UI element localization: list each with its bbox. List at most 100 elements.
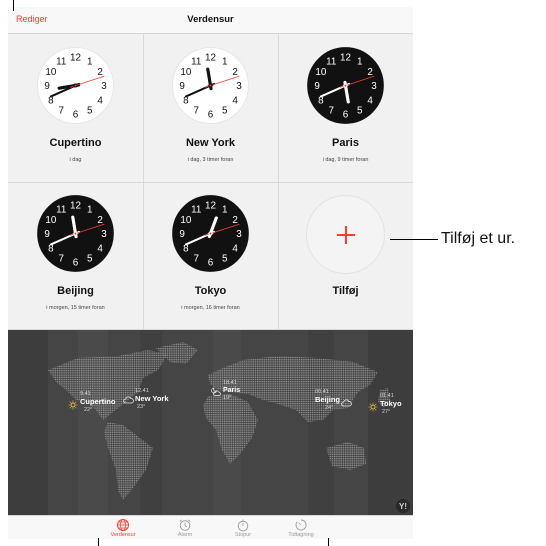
clock-center-dot [209,232,212,235]
clock-face: 12 1234567891011 [307,47,384,124]
time-offset: i dag, 9 timer foran [322,157,369,163]
clock-numeral: 3 [101,229,107,240]
clock-numeral: 9 [44,81,50,92]
plus-icon [345,226,347,244]
clock-numeral: 2 [97,67,102,78]
add-clock-callout: Tilføj et ur. [441,230,516,247]
clock-numeral: 9 [179,229,185,240]
clock-numeral: 9 [44,229,50,240]
clock-numeral: 3 [101,81,107,92]
clock-numeral: 12 [205,201,216,212]
clock-numeral: 6 [73,257,79,268]
map-city: Paris [223,387,241,394]
clock-numeral: 1 [87,56,92,67]
tab-verdensur[interactable]: Verdensur [88,516,158,539]
clock-numeral: 7 [59,106,64,117]
globe-icon [117,519,129,531]
clock-numeral: 6 [208,109,214,120]
map-temp: 19° [223,395,232,401]
map-label-beijing: 00.41 Beijing 24° [315,389,340,412]
clock-numeral: 12 [70,201,81,212]
time-offset: i morgen, 15 timer foran [46,305,105,311]
alarm-clock-icon [179,519,191,531]
clock-numeral: 9 [314,81,320,92]
clock-numeral: 10 [315,67,326,78]
clock-numeral: 1 [222,204,227,215]
clock-numeral: 3 [236,81,242,92]
tab-label: Tidtagning [288,532,314,538]
city-name: Paris [332,137,359,149]
clock-numeral: 3 [371,81,377,92]
callout-line [328,538,329,546]
clock-numeral: 11 [191,204,201,215]
clock-numeral: 7 [329,106,334,117]
sun-icon [68,400,78,410]
clock-numeral: 7 [194,106,199,117]
clock-numeral: 10 [45,215,56,226]
cloud-icon [341,399,352,407]
clock-numeral: 12 [70,53,81,64]
clock-center-dot [74,232,77,235]
map-label-new-york: 12.41 New York 23° [135,388,169,411]
clock-center-dot [74,84,77,87]
cloud-icon [123,396,134,404]
clock-numeral: 2 [97,215,102,226]
clock-numeral: 11 [56,204,66,215]
clock-numeral: 6 [343,109,349,120]
time-offset: i dag [69,157,82,163]
clock-cell-beijing[interactable]: 12 1 2 3 4 5 6 7 8 9 10 11 Beijing i morgen, 15 tim… [8,182,143,330]
clock-center-dot [344,84,347,87]
clock-center-dot [209,84,212,87]
map-city: Tokyo [380,399,402,408]
stopwatch-icon [237,519,249,532]
clock-cell-new-york[interactable]: 12 1 2 3 4 5 6 7 8 9 10 11 New York i dag, 3 timer … [143,34,278,182]
clock-numeral: 6 [208,257,214,268]
clock-numeral: 5 [222,106,228,117]
city-name: Tokyo [194,285,227,297]
clock-numeral: 4 [367,95,373,106]
clock-cell-tokyo[interactable]: 12 1 2 3 4 5 6 7 8 9 10 11 Tokyo i morgen, 16 timer… [143,182,278,330]
clock-face: 12 1234567891011 [37,195,114,272]
map-temp: 23° [137,404,146,410]
map-temp: 22° [84,407,93,413]
clock-numeral: 1 [87,204,92,215]
map-label-cupertino: 9.41 Cupertino 22° [80,391,115,414]
clock-face: 12 1234567891011 [172,47,249,124]
clock-numeral: 3 [236,229,242,240]
tab-tidtagning[interactable]: Tidtagning [266,516,336,539]
clock-numeral: 4 [97,243,103,254]
clock-numeral: 4 [232,243,238,254]
clock-numeral: 6 [73,109,79,120]
clock-numeral: 2 [232,215,237,226]
city-name: New York [185,137,236,149]
clock-face: 12 1234567891011 [37,47,114,124]
clock-numeral: 9 [179,81,185,92]
map-time: 18.41 [223,380,237,386]
clock-numeral: 12 [340,53,351,64]
sun-icon [368,402,378,412]
add-label: Tilføj [332,285,359,297]
clock-cell-paris[interactable]: 12 1 2 3 4 5 6 7 8 9 10 11 Paris i dag, 9 timer for… [278,34,413,182]
map-city: Cupertino [80,397,116,406]
timer-icon [295,519,307,531]
world-clock-screen: Rediger Verdensur 12 1 2 3 4 5 6 7 8 9 10 11 Cupert… [8,7,413,539]
map-city: New York [135,394,169,403]
clock-numeral: 11 [191,56,201,67]
add-clock-button[interactable] [306,195,385,274]
clock-numeral: 11 [326,56,336,67]
clock-cell-cupertino[interactable]: 12 1 2 3 4 5 6 7 8 9 10 11 Cupertino i dag [8,34,143,182]
world-map: Y! 9.41 Cupertino 22° 12.41 New York 23°… [8,330,413,515]
map-city: Beijing [315,395,341,404]
city-name: Cupertino [49,137,102,149]
clock-face: 12 1234567891011 [172,195,249,272]
callout-line [390,239,438,240]
navigation-bar: Rediger Verdensur [8,7,413,34]
clock-numeral: 5 [357,106,363,117]
callout-line [13,0,14,11]
map-label-paris: 18.41 Paris 19° [223,380,240,402]
clock-numeral: 1 [357,56,362,67]
clock-numeral: 1 [222,56,227,67]
clock-numeral: 12 [205,53,216,64]
world-map-graphic: Y! [8,330,413,515]
clock-numeral: 11 [56,56,66,67]
